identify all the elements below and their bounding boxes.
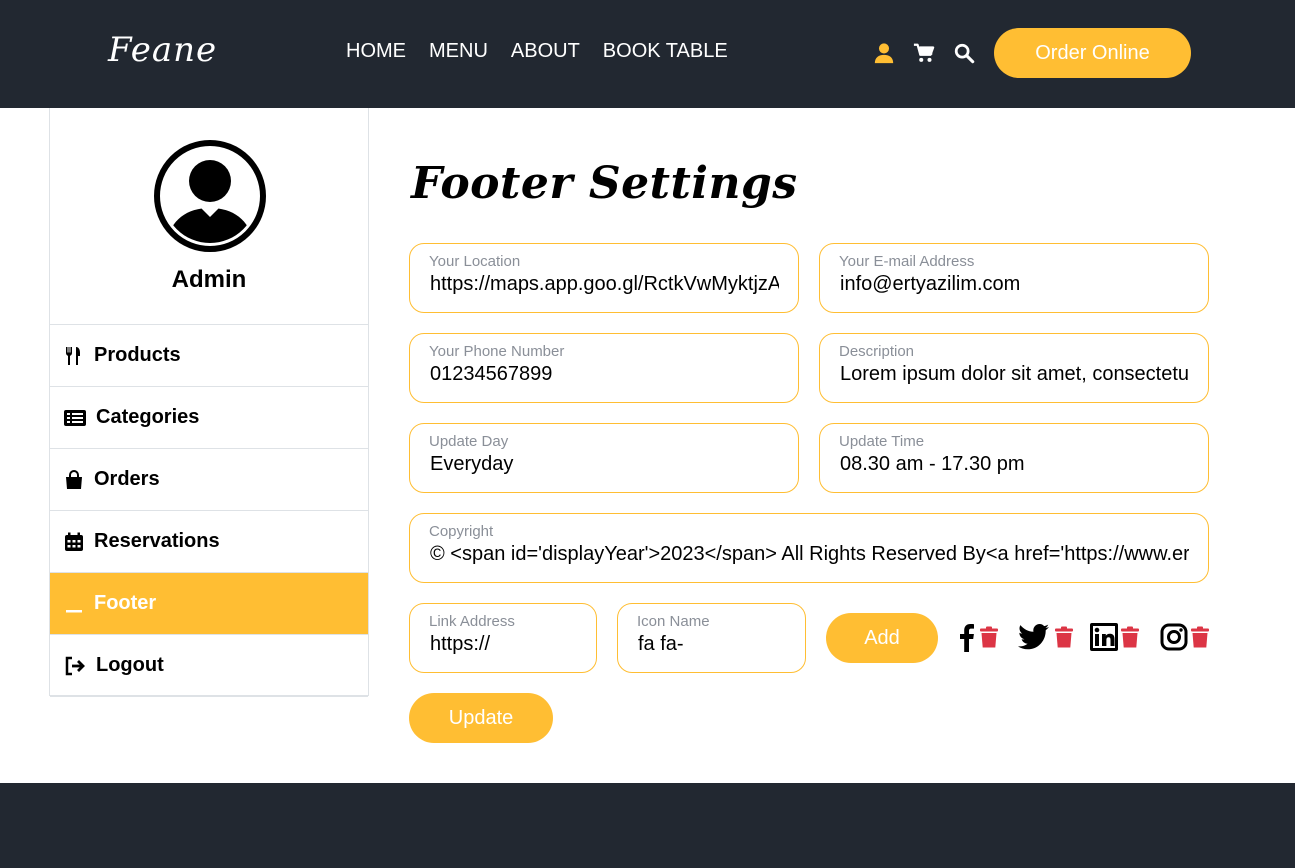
field-label: Description	[839, 343, 915, 360]
sidebar-divider	[50, 696, 368, 697]
icon-name-field[interactable]: Icon Name fa fa-	[617, 603, 806, 673]
location-field[interactable]: Your Location https://maps.app.goo.gl/Rc…	[409, 243, 799, 313]
admin-name: Admin	[171, 266, 247, 293]
facebook-icon[interactable]	[957, 622, 975, 652]
field-label: Your Phone Number	[429, 343, 565, 360]
sidebar-item-label: Products	[94, 344, 181, 366]
update-time-field[interactable]: Update Time 08.30 am - 17.30 pm	[819, 423, 1209, 493]
update-button[interactable]: Update	[409, 693, 553, 743]
sidebar-item-label: Logout	[96, 654, 164, 676]
trash-icon[interactable]	[1120, 626, 1140, 648]
email-field[interactable]: Your E-mail Address info@ertyazilim.com	[819, 243, 1209, 313]
social-item-instagram	[1160, 621, 1210, 653]
cart-icon[interactable]	[913, 42, 935, 64]
nav-menu[interactable]: MENU	[429, 40, 488, 63]
icon-name-input[interactable]: fa fa-	[638, 633, 786, 656]
footer-icon	[66, 609, 82, 612]
brand-logo[interactable]: Feane	[108, 30, 217, 70]
update-time-input[interactable]: 08.30 am - 17.30 pm	[840, 453, 1189, 476]
sidebar-item-label: Categories	[96, 406, 200, 428]
copyright-input[interactable]: © <span id='displayYear'>2023</span> All…	[430, 543, 1189, 566]
user-icon[interactable]	[873, 42, 895, 64]
field-label: Update Time	[839, 433, 925, 450]
update-day-field[interactable]: Update Day Everyday	[409, 423, 799, 493]
link-address-input[interactable]: https://	[430, 633, 577, 656]
link-address-field[interactable]: Link Address https://	[409, 603, 597, 673]
list-icon	[64, 409, 86, 426]
admin-sidebar: Admin Products Categories Orders Reserva…	[49, 108, 369, 697]
social-item-linkedin	[1090, 621, 1140, 653]
social-item-facebook	[957, 621, 999, 653]
twitter-icon[interactable]	[1018, 623, 1050, 651]
nav-book-table[interactable]: BOOK TABLE	[603, 40, 728, 63]
field-label: Icon Name	[637, 613, 710, 630]
order-online-button[interactable]: Order Online	[994, 28, 1191, 78]
search-icon[interactable]	[953, 42, 975, 64]
description-input[interactable]: Lorem ipsum dolor sit amet, consectetur …	[840, 363, 1189, 386]
sidebar-menu: Products Categories Orders Reservations …	[50, 324, 368, 697]
sidebar-item-logout[interactable]: Logout	[50, 634, 368, 696]
field-label: Copyright	[429, 523, 494, 540]
add-link-button[interactable]: Add	[826, 613, 938, 663]
sidebar-item-orders[interactable]: Orders	[50, 448, 368, 510]
trash-icon[interactable]	[1190, 626, 1210, 648]
update-day-input[interactable]: Everyday	[430, 453, 779, 476]
utensils-icon	[66, 346, 80, 365]
calendar-icon	[65, 532, 83, 551]
page-title: Footer Settings	[411, 158, 798, 209]
header: Feane HOME MENU ABOUT BOOK TABLE Order O…	[0, 0, 1295, 108]
logout-icon	[65, 656, 85, 675]
avatar-icon	[154, 140, 266, 252]
sidebar-item-footer[interactable]: Footer	[50, 572, 368, 634]
sidebar-item-label: Footer	[94, 592, 157, 614]
social-item-twitter	[1018, 621, 1074, 653]
description-field[interactable]: Description Lorem ipsum dolor sit amet, …	[819, 333, 1209, 403]
sidebar-item-categories[interactable]: Categories	[50, 386, 368, 448]
field-label: Link Address	[429, 613, 515, 630]
copyright-field[interactable]: Copyright © <span id='displayYear'>2023<…	[409, 513, 1209, 583]
phone-input[interactable]: 01234567899	[430, 363, 779, 386]
field-label: Your E-mail Address	[839, 253, 975, 270]
location-input[interactable]: https://maps.app.goo.gl/RctkVwMyktjzA5fP…	[430, 273, 779, 296]
sidebar-item-reservations[interactable]: Reservations	[50, 510, 368, 572]
main-nav: HOME MENU ABOUT BOOK TABLE	[346, 40, 728, 63]
linkedin-icon[interactable]	[1090, 623, 1118, 651]
trash-icon[interactable]	[1054, 626, 1074, 648]
email-input[interactable]: info@ertyazilim.com	[840, 273, 1189, 296]
phone-field[interactable]: Your Phone Number 01234567899	[409, 333, 799, 403]
page-footer	[0, 783, 1295, 868]
sidebar-item-products[interactable]: Products	[50, 324, 368, 386]
sidebar-item-label: Orders	[94, 468, 160, 490]
bag-icon	[66, 469, 82, 489]
nav-about[interactable]: ABOUT	[511, 40, 580, 63]
field-label: Update Day	[429, 433, 509, 450]
nav-home[interactable]: HOME	[346, 40, 406, 63]
trash-icon[interactable]	[979, 626, 999, 648]
field-label: Your Location	[429, 253, 521, 270]
instagram-icon[interactable]	[1160, 623, 1188, 651]
sidebar-item-label: Reservations	[94, 530, 220, 552]
